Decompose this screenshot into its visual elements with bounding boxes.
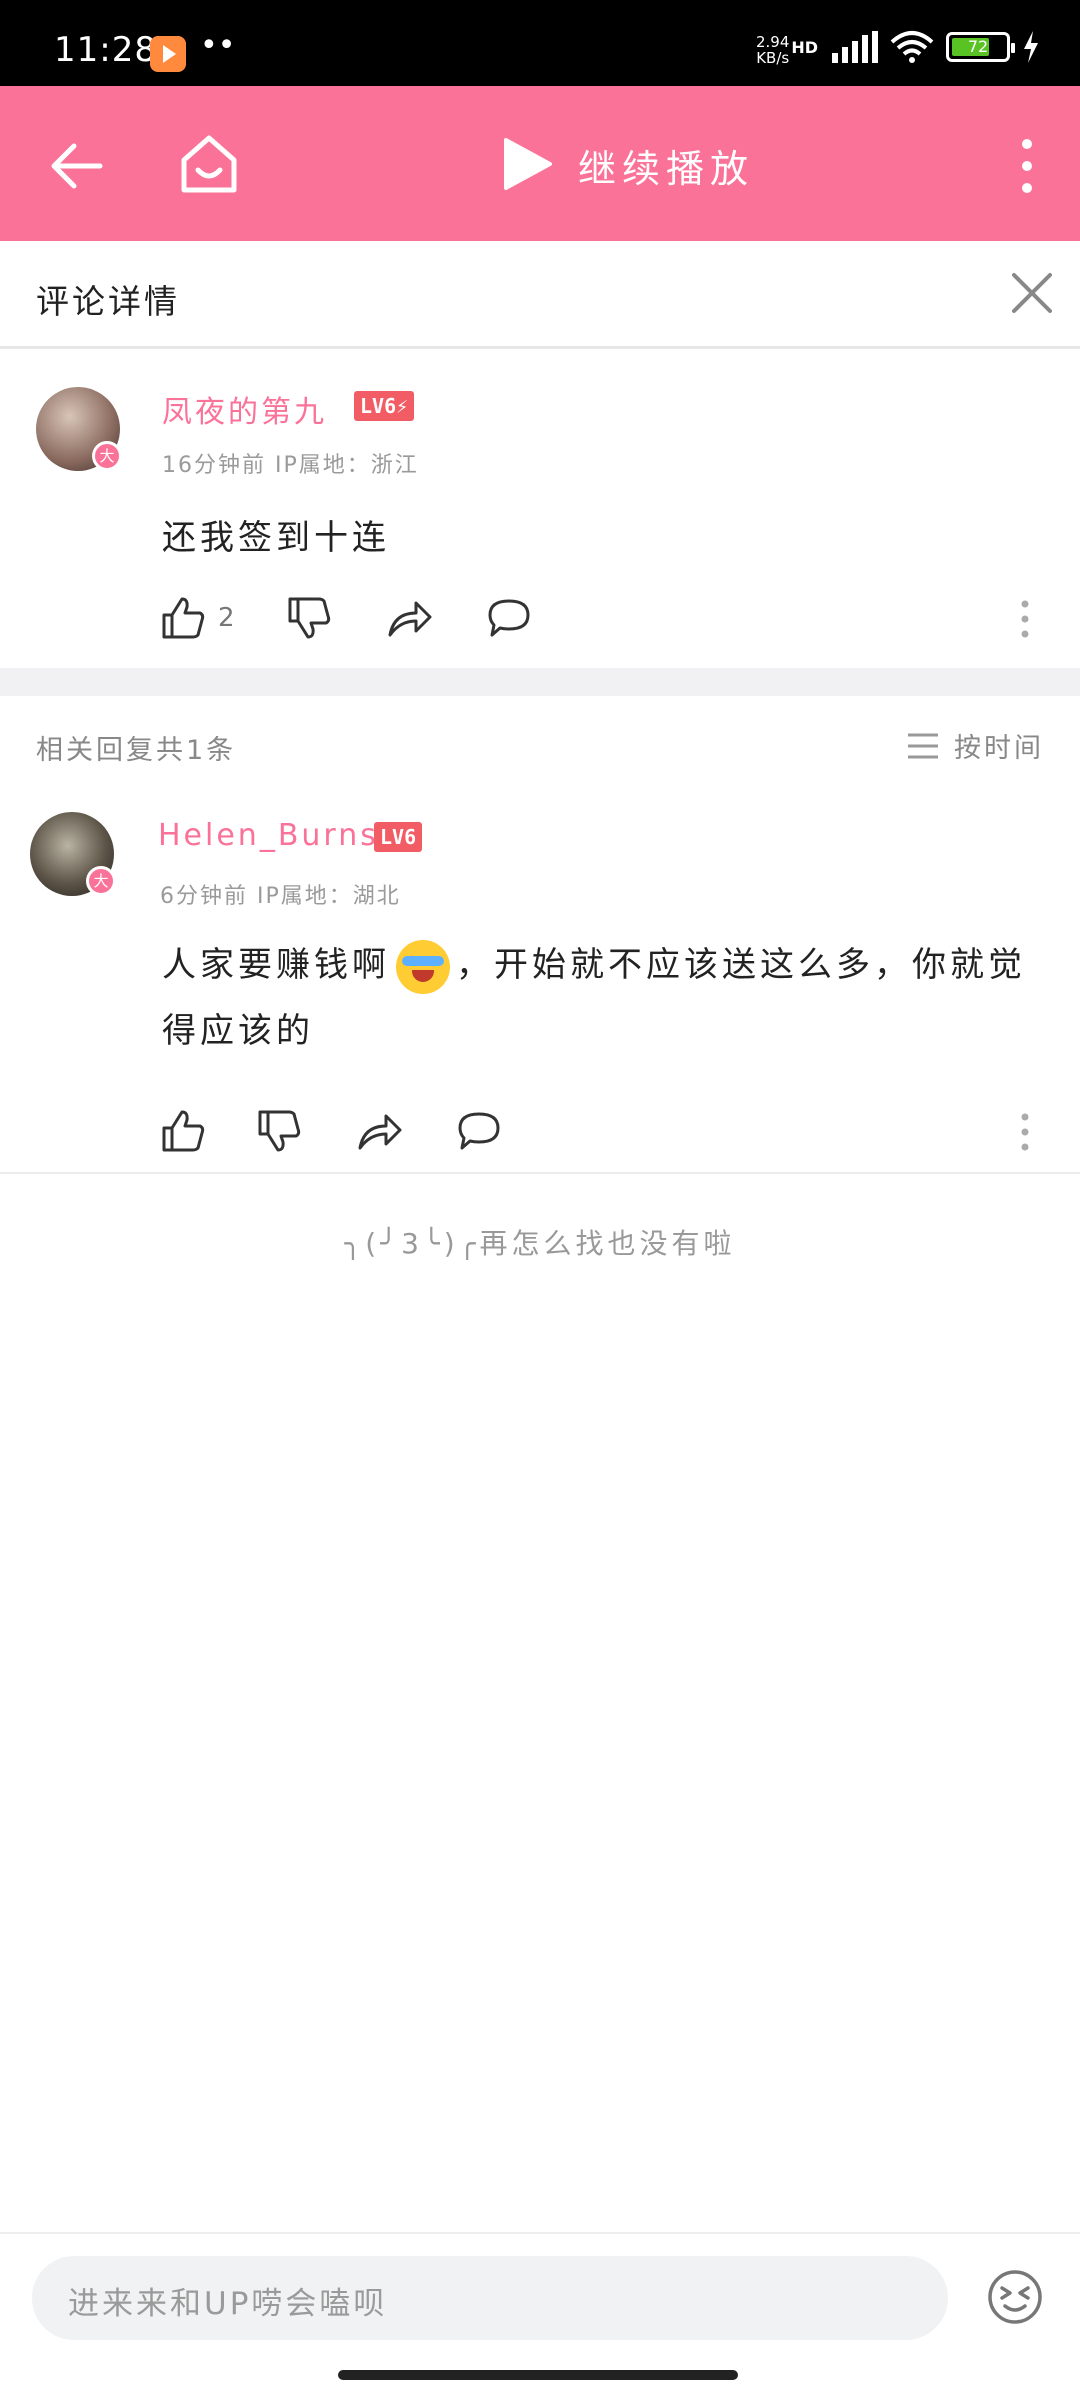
- vip-badge: 大: [86, 866, 116, 896]
- battery-level: 72: [967, 37, 989, 56]
- level-badge: LV6⚡: [354, 391, 415, 421]
- like-count: 2: [218, 603, 235, 633]
- no-more-message: ╮(╯3╰)╭再怎么找也没有啦: [344, 1227, 736, 1260]
- app-notification-icon: [150, 36, 186, 72]
- status-time: 11:28: [54, 30, 157, 70]
- more-vertical-icon[interactable]: [1014, 136, 1040, 196]
- level-text: LV6: [360, 394, 397, 418]
- wifi-icon: [890, 31, 934, 63]
- comment-actions: 2: [160, 595, 1060, 645]
- home-icon[interactable]: [176, 130, 242, 196]
- comment-meta: 6分钟前 IP属地：湖北: [160, 884, 401, 909]
- reply-icon[interactable]: [486, 595, 532, 641]
- level-suffix: ⚡: [396, 394, 409, 418]
- comment-meta: 16分钟前 IP属地：浙江: [162, 453, 419, 478]
- battery-icon: 72: [946, 32, 1015, 62]
- sort-toggle[interactable]: 按时间: [906, 726, 1044, 765]
- root-comment: 大 凤夜的第九 LV6⚡ 16分钟前 IP属地：浙江 还我签到十连 2: [0, 349, 1080, 668]
- comment-detail-titlebar: 评论详情: [0, 241, 1080, 349]
- comment-more-icon[interactable]: [1020, 1112, 1030, 1152]
- dislike-icon[interactable]: [286, 595, 332, 641]
- back-arrow-icon[interactable]: [48, 136, 108, 196]
- hd-label: HD: [791, 37, 818, 57]
- vip-badge: 大: [92, 441, 122, 471]
- comment-actions: [160, 1110, 1060, 1170]
- comment-input-placeholder: 进来来和UP唠会嗑呗: [68, 2286, 388, 2322]
- charging-icon: [1024, 31, 1038, 63]
- network-speed: 2.94 KB/s: [756, 34, 789, 66]
- comment-text: 还我签到十连: [162, 518, 390, 558]
- replies-count-label: 相关回复共1条: [36, 735, 237, 766]
- share-icon[interactable]: [386, 595, 432, 641]
- reply-comment: 大 Helen_Burns LV6 6分钟前 IP属地：湖北 人家要赚钱啊 ，开始…: [0, 790, 1080, 1170]
- app-header: 继续播放: [0, 86, 1080, 241]
- close-icon[interactable]: [1008, 269, 1056, 317]
- share-icon[interactable]: [356, 1108, 402, 1154]
- list-end-divider: [0, 1172, 1080, 1174]
- username[interactable]: 凤夜的第九: [162, 387, 327, 431]
- comment-input[interactable]: 进来来和UP唠会嗑呗: [32, 2256, 948, 2340]
- more-notifications-dots: ••: [200, 28, 236, 63]
- like-icon[interactable]: [160, 1108, 206, 1154]
- dislike-icon[interactable]: [256, 1108, 302, 1154]
- network-speed-unit: KB/s: [756, 49, 790, 67]
- status-bar: 11:28 •• 2.94 KB/s HD 72: [0, 0, 1080, 86]
- status-icons: HD 72: [791, 30, 1040, 64]
- section-divider: [0, 668, 1080, 696]
- like-icon[interactable]: [160, 595, 206, 641]
- network-speed-value: 2.94: [756, 33, 790, 51]
- continue-play-label[interactable]: 继续播放: [578, 138, 754, 193]
- comment-text-part1: 人家要赚钱啊: [162, 945, 390, 985]
- comment-more-icon[interactable]: [1020, 599, 1030, 639]
- reply-icon[interactable]: [456, 1108, 502, 1154]
- sort-label: 按时间: [954, 733, 1044, 764]
- username[interactable]: Helen_Burns: [158, 818, 379, 853]
- play-icon[interactable]: [502, 136, 554, 192]
- home-indicator[interactable]: [338, 2370, 738, 2380]
- laughing-crying-emoji-icon: [396, 939, 450, 994]
- comment-input-bar: 进来来和UP唠会嗑呗: [0, 2232, 1080, 2400]
- level-badge: LV6: [374, 822, 423, 852]
- page-title: 评论详情: [36, 282, 180, 321]
- sort-lines-icon: [908, 733, 938, 758]
- emoji-icon[interactable]: [986, 2268, 1044, 2326]
- comment-text: 人家要赚钱啊 ，开始就不应该送这么多，你就觉得应该的: [162, 932, 1042, 1064]
- signal-icon: [832, 31, 878, 63]
